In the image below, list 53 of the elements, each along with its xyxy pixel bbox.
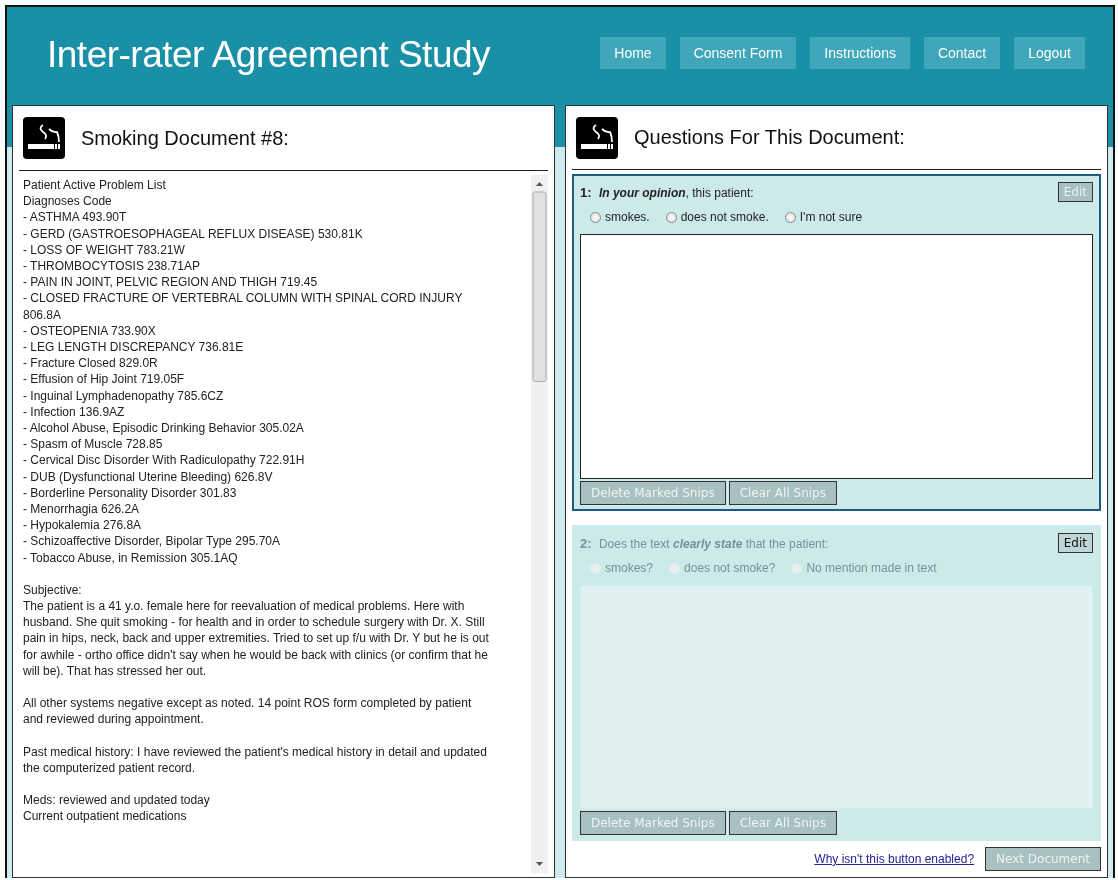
document-text: Past medical history: I have reviewed the patient's medical history in detail and updated the computerized patient record. (23, 743, 488, 776)
radio-button[interactable] (590, 211, 601, 223)
smoking-icon (23, 117, 65, 159)
document-text: - THROMBOCYTOSIS 238.71AP (23, 258, 201, 275)
site-title: Inter-rater Agreement Study (47, 34, 492, 76)
option-label: smokes. (605, 210, 650, 224)
document-text: - Borderline Personality Disorder 301.83 (23, 484, 238, 502)
document-text: - LOSS OF WEIGHT 783.21W (23, 241, 186, 258)
document-text: - DUB (Dysfunctional Uterine Bleeding) 626.8V (23, 468, 274, 485)
document-text: - Effusion of Hip Joint 719.05F (23, 371, 186, 388)
question-text: 1: In your opinion, this patient: (580, 184, 754, 200)
option-label: does not smoke? (684, 561, 776, 575)
scrollbar[interactable] (531, 175, 548, 873)
nav-button[interactable]: Home (600, 37, 666, 69)
document-text: Diagnoses Code (23, 193, 113, 210)
panel-title: Questions For This Document: (634, 126, 905, 149)
smoking-icon (576, 116, 618, 159)
help-link[interactable]: Why isn't this button enabled? (814, 852, 975, 866)
radio-button[interactable] (665, 211, 677, 223)
panel-title: Smoking Document #8: (81, 126, 289, 150)
document-text: - Infection 136.9AZ (23, 403, 126, 421)
document-text: - Menorrhagia 626.2A (23, 501, 141, 518)
document-text: - Alcohol Abuse, Episodic Drinking Behavior 305.02A (23, 420, 305, 437)
document-text: - Tobacco Abuse, in Remission 305.1AQ (23, 549, 239, 566)
document-text: - Fracture Closed 829.0R (23, 355, 159, 372)
document-text: - Inguinal Lymphadenopathy 785.6CZ (23, 387, 225, 404)
option-label: does not smoke. (680, 210, 769, 224)
document-text: Current outpatient medications (23, 808, 188, 825)
document-text: - Hypokalemia 276.8A (23, 517, 143, 534)
option-label: No mention made in text (806, 561, 937, 575)
option-label: smokes? (605, 561, 654, 575)
document-text: Meds: reviewed and updated today (23, 791, 211, 809)
question-text: 2: Does the text clearly state that the patient: (580, 535, 829, 551)
option-label: I'm not sure (799, 210, 863, 224)
document-text: - PAIN IN JOINT, PELVIC REGION AND THIGH 719.45 (23, 274, 319, 291)
document-text: - OSTEOPENIA 733.90X (23, 322, 157, 340)
document-text: All other systems negative except as noted. 14 point ROS form completed by patient and reviewed during appointment. (23, 695, 473, 728)
document-text: - Cervical Disc Disorder With Radiculopathy 722.91H (23, 452, 306, 469)
nav-button[interactable]: Consent Form (679, 37, 797, 69)
nav-button[interactable]: Contact (923, 37, 1001, 69)
nav-button[interactable]: Logout (1014, 37, 1085, 69)
document-text: Patient Active Problem List (23, 177, 167, 194)
document-text: The patient is a 41 y.o. female here for reevaluation of medical problems. Here with husband. She quit smoking - for health and in order to schedule surgery with Dr. X. Still pain in hips, neck, back and upper extremities. Tried to set up f/u with Dr. Y but he is out for awhile - ortho office didn't say when he would be back with clinics (or confirm that he will be). That has stressed her out. (23, 598, 490, 680)
nav-button[interactable]: Instructions (810, 37, 910, 69)
snip-area[interactable] (580, 234, 1093, 479)
document-text: - Spasm of Muscle 728.85 (23, 436, 164, 453)
document-text: Subjective: (23, 581, 83, 599)
document-text: - LEG LENGTH DISCREPANCY 736.81E (23, 339, 245, 356)
document-text: - Schizoaffective Disorder, Bipolar Type 295.70A (23, 533, 282, 550)
document-text: - GERD (GASTROESOPHAGEAL REFLUX DISEASE) 530.81K (23, 225, 364, 242)
document-text: - ASTHMA 493.90T (23, 209, 128, 226)
radio-button[interactable] (784, 211, 796, 223)
document-text: - CLOSED FRACTURE OF VERTEBRAL COLUMN WITH SPINAL CORD INJURY 806.8A (23, 290, 464, 323)
